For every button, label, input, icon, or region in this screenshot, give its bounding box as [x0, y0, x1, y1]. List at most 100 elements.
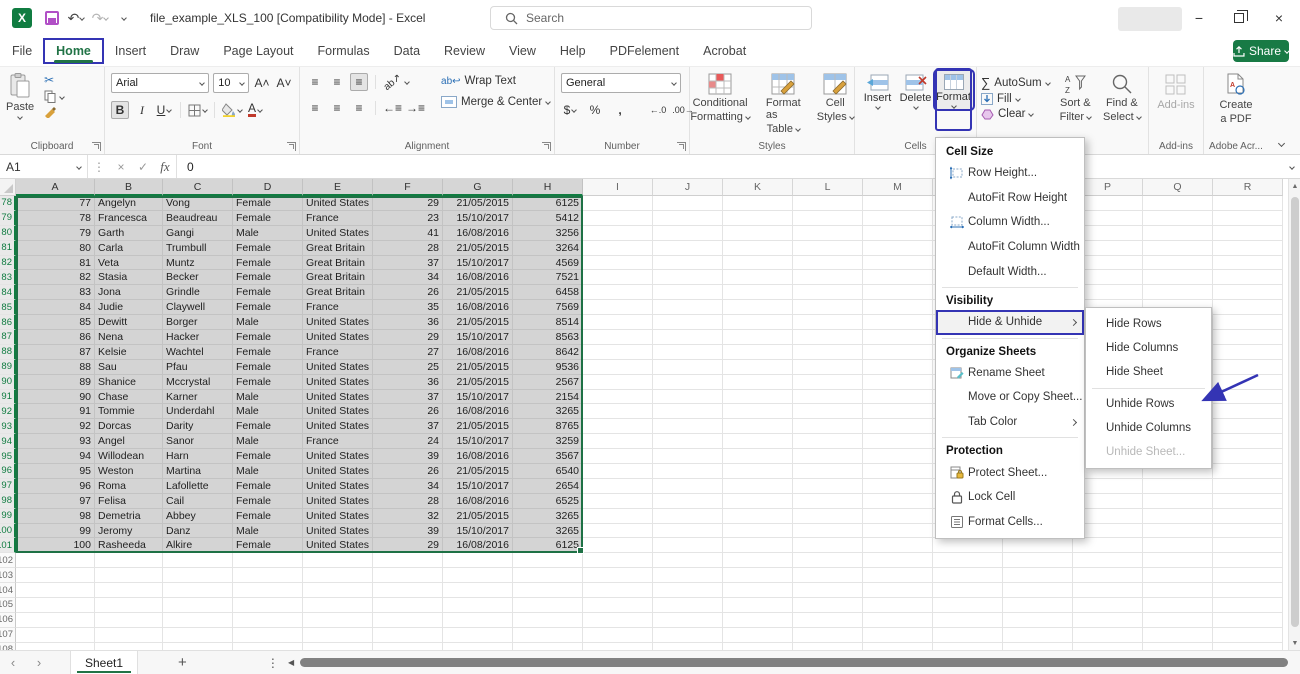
- cell-C82[interactable]: Muntz: [163, 256, 233, 271]
- cell-G92[interactable]: 16/08/2016: [443, 404, 513, 419]
- cell-I103[interactable]: [583, 568, 653, 583]
- cell-F102[interactable]: [373, 553, 443, 568]
- format-as-table-button[interactable]: Format as Table: [760, 71, 807, 137]
- cell-F101[interactable]: 29: [373, 538, 443, 553]
- cell-M82[interactable]: [863, 256, 933, 271]
- cell-A81[interactable]: 80: [16, 241, 95, 256]
- cell-C87[interactable]: Hacker: [163, 330, 233, 345]
- cell-L90[interactable]: [793, 375, 863, 390]
- row-header-105[interactable]: 105: [0, 598, 16, 613]
- expand-formula-bar-icon[interactable]: [1289, 164, 1295, 170]
- cell-D95[interactable]: Female: [233, 449, 303, 464]
- tab-pdfelement[interactable]: PDFelement: [598, 39, 691, 63]
- column-header-G[interactable]: G: [443, 179, 513, 196]
- row-header-78[interactable]: 78: [0, 196, 16, 211]
- cell-G95[interactable]: 16/08/2016: [443, 449, 513, 464]
- cell-L88[interactable]: [793, 345, 863, 360]
- cell-F96[interactable]: 26: [373, 464, 443, 479]
- cell-L86[interactable]: [793, 315, 863, 330]
- cell-G97[interactable]: 15/10/2017: [443, 479, 513, 494]
- menu-item-default-width[interactable]: Default Width...: [936, 259, 1084, 284]
- cell-Q97[interactable]: [1143, 479, 1213, 494]
- cell-D99[interactable]: Female: [233, 509, 303, 524]
- cell-K92[interactable]: [723, 404, 793, 419]
- cell-L103[interactable]: [793, 568, 863, 583]
- cell-G86[interactable]: 21/05/2015: [443, 315, 513, 330]
- cell-F92[interactable]: 26: [373, 404, 443, 419]
- cell-L87[interactable]: [793, 330, 863, 345]
- addins-button[interactable]: Add-ins: [1149, 71, 1203, 113]
- cell-L84[interactable]: [793, 285, 863, 300]
- cell-F79[interactable]: 23: [373, 211, 443, 226]
- cell-E86[interactable]: United States: [303, 315, 373, 330]
- column-header-R[interactable]: R: [1213, 179, 1283, 196]
- cell-Q101[interactable]: [1143, 538, 1213, 553]
- cell-E83[interactable]: Great Britain: [303, 270, 373, 285]
- cell-B96[interactable]: Weston: [95, 464, 163, 479]
- cell-A101[interactable]: 100: [16, 538, 95, 553]
- cell-J97[interactable]: [653, 479, 723, 494]
- row-header-91[interactable]: 91: [0, 390, 16, 405]
- cell-L96[interactable]: [793, 464, 863, 479]
- cell-K82[interactable]: [723, 256, 793, 271]
- cell-P101[interactable]: [1073, 538, 1143, 553]
- cell-J98[interactable]: [653, 494, 723, 509]
- row-header-81[interactable]: 81: [0, 241, 16, 256]
- cell-C86[interactable]: Borger: [163, 315, 233, 330]
- cell-Q79[interactable]: [1143, 211, 1213, 226]
- cell-F91[interactable]: 37: [373, 390, 443, 405]
- cell-R96[interactable]: [1213, 464, 1283, 479]
- cell-D108[interactable]: [233, 643, 303, 650]
- row-header-94[interactable]: 94: [0, 434, 16, 449]
- row-header-104[interactable]: 104: [0, 583, 16, 598]
- cell-R101[interactable]: [1213, 538, 1283, 553]
- cell-D100[interactable]: Male: [233, 524, 303, 539]
- cell-I94[interactable]: [583, 434, 653, 449]
- column-header-M[interactable]: M: [863, 179, 933, 196]
- cell-H85[interactable]: 7569: [513, 300, 583, 315]
- find-select-button[interactable]: Find & Select: [1097, 71, 1147, 125]
- cell-L78[interactable]: [793, 196, 863, 211]
- cell-D82[interactable]: Female: [233, 256, 303, 271]
- row-header-106[interactable]: 106: [0, 613, 16, 628]
- cell-M96[interactable]: [863, 464, 933, 479]
- cell-K99[interactable]: [723, 509, 793, 524]
- font-name-combo[interactable]: Arial: [111, 73, 209, 93]
- copy-button[interactable]: [44, 90, 64, 103]
- cell-H99[interactable]: 3265: [513, 509, 583, 524]
- cell-F89[interactable]: 25: [373, 360, 443, 375]
- cell-M85[interactable]: [863, 300, 933, 315]
- cell-O101[interactable]: [1003, 538, 1073, 553]
- cell-F108[interactable]: [373, 643, 443, 650]
- cell-J87[interactable]: [653, 330, 723, 345]
- cell-D92[interactable]: Male: [233, 404, 303, 419]
- column-header-L[interactable]: L: [793, 179, 863, 196]
- cell-M98[interactable]: [863, 494, 933, 509]
- cell-P102[interactable]: [1073, 553, 1143, 568]
- cell-R106[interactable]: [1213, 613, 1283, 628]
- cell-K101[interactable]: [723, 538, 793, 553]
- cell-L79[interactable]: [793, 211, 863, 226]
- cell-M101[interactable]: [863, 538, 933, 553]
- cell-C90[interactable]: Mccrystal: [163, 375, 233, 390]
- cell-N106[interactable]: [933, 613, 1003, 628]
- tab-view[interactable]: View: [497, 39, 548, 63]
- cell-B94[interactable]: Angel: [95, 434, 163, 449]
- increase-font-size-button[interactable]: A˄: [253, 74, 271, 92]
- cell-J96[interactable]: [653, 464, 723, 479]
- submenu-item-unhide-rows[interactable]: Unhide Rows: [1086, 392, 1211, 416]
- cell-J107[interactable]: [653, 628, 723, 643]
- sort-filter-button[interactable]: AZ Sort & Filter: [1054, 71, 1097, 125]
- row-header-108[interactable]: 108: [0, 643, 16, 650]
- scroll-down-icon[interactable]: ▼: [1289, 636, 1300, 650]
- column-header-D[interactable]: D: [233, 179, 303, 196]
- cell-E99[interactable]: United States: [303, 509, 373, 524]
- cell-M80[interactable]: [863, 226, 933, 241]
- new-sheet-button[interactable]: +: [178, 654, 187, 671]
- vertical-scroll-thumb[interactable]: [1291, 197, 1299, 627]
- row-header-83[interactable]: 83: [0, 270, 16, 285]
- cell-G87[interactable]: 15/10/2017: [443, 330, 513, 345]
- cell-D86[interactable]: Male: [233, 315, 303, 330]
- decrease-font-size-button[interactable]: A˅: [275, 74, 293, 92]
- cell-K78[interactable]: [723, 196, 793, 211]
